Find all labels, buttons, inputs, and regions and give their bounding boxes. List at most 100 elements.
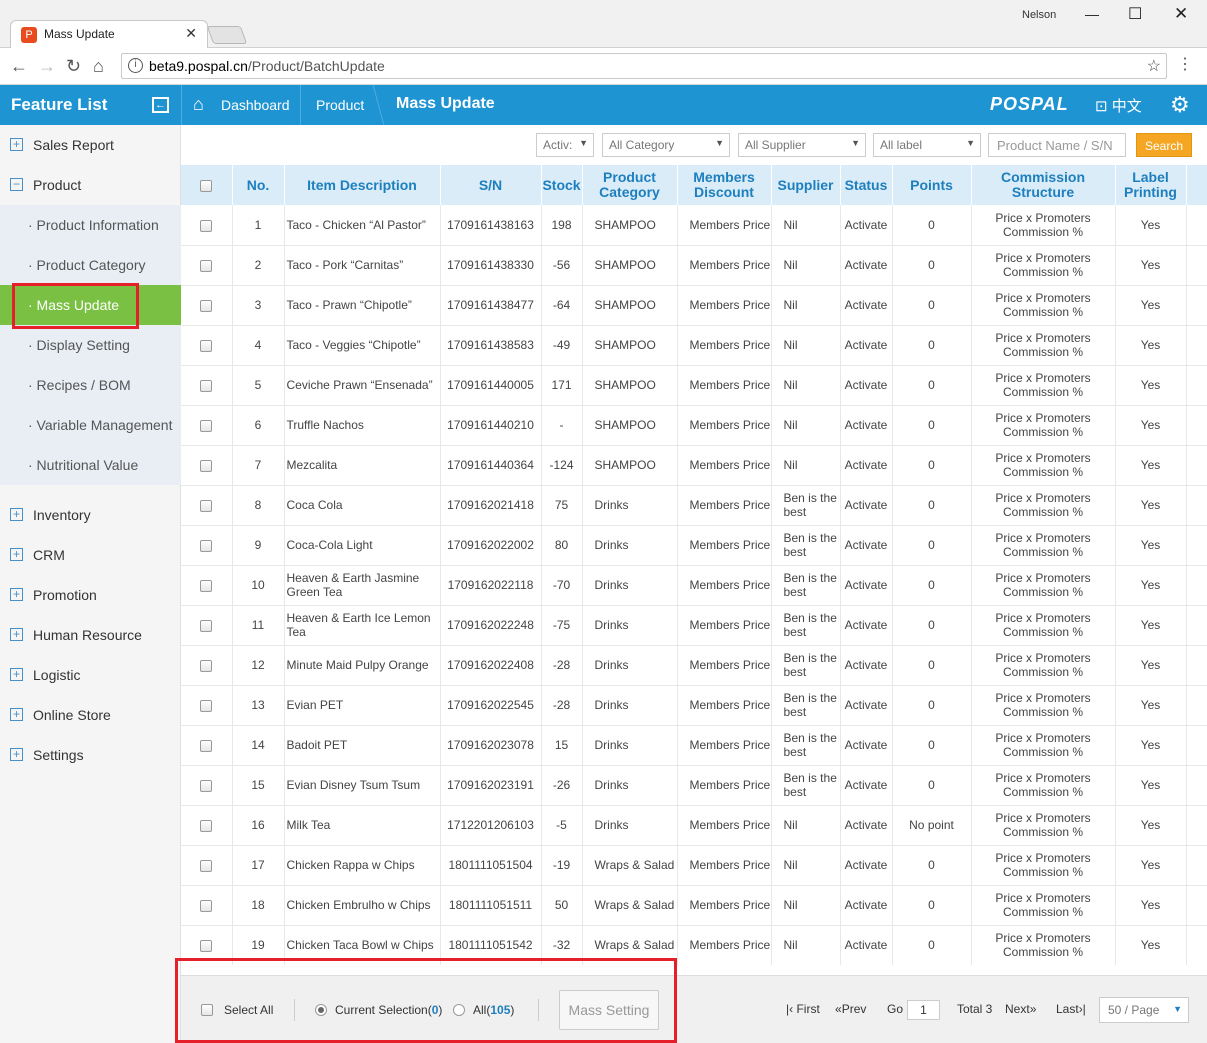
- row-checkbox[interactable]: [200, 899, 213, 912]
- row-checkbox[interactable]: [200, 779, 213, 792]
- row-select-cell[interactable]: [181, 685, 233, 726]
- row-checkbox[interactable]: [200, 539, 213, 552]
- column-header[interactable]: Status: [840, 165, 893, 205]
- table-row[interactable]: 10 Heaven & Earth Jasmine Green Tea 170916…: [181, 565, 1207, 606]
- row-select-cell[interactable]: [181, 365, 233, 406]
- table-row[interactable]: 11 Heaven & Earth Ice Lemon Tea 1709162022…: [181, 605, 1207, 646]
- table-row[interactable]: 13 Evian PET 1709162022545 -28 Drinks Members…: [181, 685, 1207, 726]
- column-header[interactable]: Stock: [541, 165, 583, 205]
- row-checkbox[interactable]: [200, 619, 213, 632]
- sidebar-item-promotion[interactable]: + Promotion: [0, 575, 181, 615]
- table-row[interactable]: 6 Truffle Nachos 1709161440210- SHAMPOO Memb…: [181, 405, 1207, 446]
- dashboard-home-icon[interactable]: ⌂: [193, 94, 204, 115]
- row-select-cell[interactable]: [181, 645, 233, 686]
- first-page-link[interactable]: |‹ First: [786, 1002, 820, 1016]
- supplier-select[interactable]: All Supplier ▼: [738, 133, 866, 157]
- row-checkbox[interactable]: [200, 459, 213, 472]
- row-select-cell[interactable]: [181, 525, 233, 566]
- maximize-icon[interactable]: ☐: [1128, 4, 1142, 24]
- column-header[interactable]: Members Discount: [677, 165, 772, 205]
- close-window-icon[interactable]: ✕: [1174, 4, 1188, 24]
- page-number-input[interactable]: 1: [907, 1000, 940, 1020]
- search-button[interactable]: Search: [1136, 133, 1192, 157]
- table-row[interactable]: 5 Ceviche Prawn “Ensenada” 1709161440005 17…: [181, 365, 1207, 406]
- row-select-cell[interactable]: [181, 565, 233, 606]
- row-select-cell[interactable]: [181, 445, 233, 486]
- site-info-icon[interactable]: i: [128, 58, 143, 73]
- row-select-cell[interactable]: [181, 485, 233, 526]
- sidebar-item-human-resource[interactable]: + Human Resource: [0, 615, 181, 655]
- table-row[interactable]: 12 Minute Maid Pulpy Orange 1709162022408-…: [181, 645, 1207, 686]
- reload-icon[interactable]: ↻: [66, 56, 81, 76]
- row-select-cell[interactable]: [181, 325, 233, 366]
- profile-name[interactable]: Nelson: [1022, 9, 1056, 21]
- row-checkbox[interactable]: [200, 579, 213, 592]
- next-page-link[interactable]: Next»: [1005, 1002, 1036, 1016]
- row-checkbox[interactable]: [200, 939, 213, 952]
- close-tab-icon[interactable]: ✕: [185, 25, 197, 42]
- last-page-link[interactable]: Last›|: [1056, 1002, 1086, 1016]
- minimize-icon[interactable]: —: [1085, 6, 1099, 22]
- sidebar-sub-display-setting[interactable]: · Display Setting: [0, 325, 181, 365]
- column-header[interactable]: Product Category: [582, 165, 678, 205]
- row-select-cell[interactable]: [181, 205, 233, 246]
- sidebar-sub-nutritional-value[interactable]: · Nutritional Value: [0, 445, 181, 485]
- row-checkbox[interactable]: [200, 339, 213, 352]
- collapse-sidebar-icon[interactable]: ←: [152, 97, 169, 113]
- home-icon[interactable]: ⌂: [93, 56, 104, 76]
- row-select-cell[interactable]: [181, 285, 233, 326]
- row-checkbox[interactable]: [200, 379, 213, 392]
- row-select-cell[interactable]: [181, 245, 233, 286]
- row-select-cell[interactable]: [181, 885, 233, 926]
- sidebar-item-product[interactable]: − Product: [0, 165, 181, 205]
- back-icon[interactable]: ←: [10, 56, 28, 76]
- table-row[interactable]: 3 Taco - Prawn “Chipotle” 1709161438477 -64…: [181, 285, 1207, 326]
- status-select[interactable]: Activ: ▼: [536, 133, 594, 157]
- row-checkbox[interactable]: [200, 859, 213, 872]
- row-checkbox[interactable]: [200, 499, 213, 512]
- sidebar-item-sales-report[interactable]: + Sales Report: [0, 125, 181, 165]
- browser-menu-icon[interactable]: ⋮: [1177, 57, 1193, 73]
- sidebar-item-online-store[interactable]: + Online Store: [0, 695, 181, 735]
- page-size-select[interactable]: 50 / Page ▼: [1099, 997, 1189, 1023]
- new-tab-button[interactable]: [206, 26, 248, 44]
- header-checkbox[interactable]: [200, 179, 213, 192]
- row-checkbox[interactable]: [200, 299, 213, 312]
- row-checkbox[interactable]: [200, 219, 213, 232]
- row-select-cell[interactable]: [181, 805, 233, 846]
- row-checkbox[interactable]: [200, 419, 213, 432]
- table-row[interactable]: 1 Taco - Chicken “Al Pastor” 1709161438163…: [181, 205, 1207, 246]
- sidebar-sub-product-category[interactable]: · Product Category: [0, 245, 181, 285]
- breadcrumb-dashboard[interactable]: Dashboard: [221, 97, 290, 113]
- table-row[interactable]: 4 Taco - Veggies “Chipotle” 1709161438583-…: [181, 325, 1207, 366]
- row-checkbox[interactable]: [200, 739, 213, 752]
- row-select-cell[interactable]: [181, 765, 233, 806]
- column-header[interactable]: Commission Structure: [971, 165, 1116, 205]
- prev-page-link[interactable]: «Prev: [835, 1002, 866, 1016]
- row-checkbox[interactable]: [200, 659, 213, 672]
- row-checkbox[interactable]: [200, 259, 213, 272]
- browser-tab[interactable]: P Mass Update ✕: [10, 20, 208, 48]
- language-switch[interactable]: ⊡ 中文: [1095, 95, 1142, 116]
- sidebar-item-inventory[interactable]: + Inventory: [0, 495, 181, 535]
- column-header[interactable]: Item Description: [284, 165, 441, 205]
- table-row[interactable]: 15 Evian Disney Tsum Tsum 1709162023191 -26…: [181, 765, 1207, 806]
- sidebar-item-settings[interactable]: + Settings: [0, 735, 181, 775]
- row-select-cell[interactable]: [181, 605, 233, 646]
- table-row[interactable]: 14 Badoit PET 1709162023078 15 Drinks Members…: [181, 725, 1207, 766]
- column-header[interactable]: Label Printing: [1115, 165, 1187, 205]
- sidebar-sub-variable-management[interactable]: · Variable Management: [0, 405, 181, 445]
- table-row[interactable]: 17 Chicken Rappa w Chips 1801111051504 -19 W…: [181, 845, 1207, 886]
- forward-icon[interactable]: →: [38, 56, 56, 76]
- row-select-cell[interactable]: [181, 845, 233, 886]
- search-input[interactable]: Product Name / S/N: [988, 133, 1126, 157]
- table-row[interactable]: 2 Taco - Pork “Carnitas” 1709161438330 -56 S…: [181, 245, 1207, 286]
- sidebar-sub-recipes-bom[interactable]: · Recipes / BOM: [0, 365, 181, 405]
- sidebar-item-logistic[interactable]: + Logistic: [0, 655, 181, 695]
- sidebar-sub-product-information[interactable]: · Product Information: [0, 205, 181, 245]
- column-header[interactable]: Points: [892, 165, 972, 205]
- row-checkbox[interactable]: [200, 699, 213, 712]
- category-select[interactable]: All Category ▼: [602, 133, 730, 157]
- table-row[interactable]: 9 Coca-Cola Light 1709162022002 80 Drinks Mem…: [181, 525, 1207, 566]
- table-row[interactable]: 16 Milk Tea 1712201206103 -5 Drinks Members P…: [181, 805, 1207, 846]
